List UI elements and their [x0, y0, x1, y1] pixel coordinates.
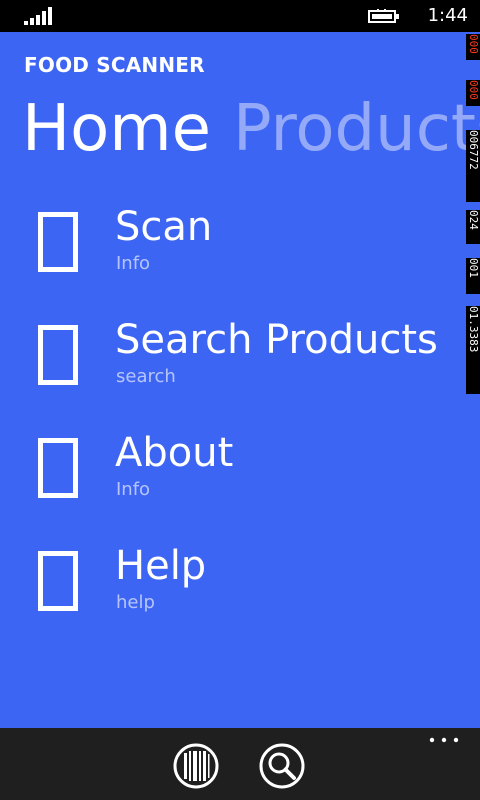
menu-item-label: Help [115, 543, 207, 589]
app-content: FOOD SCANNER HomeProducts Scan Info Sear… [0, 32, 480, 728]
placeholder-box-icon [38, 212, 78, 272]
debug-counter-text: 006772 [467, 130, 480, 170]
menu-item-label: Search Products [115, 317, 438, 363]
debug-counter-text: 01.3383 [467, 306, 480, 353]
debug-counter: 01.3383 [466, 306, 480, 394]
menu-item-help[interactable]: Help help [0, 539, 460, 639]
battery-charging-icon [368, 9, 399, 23]
menu-item-subtitle: Info [116, 253, 151, 274]
debug-counter: 000 [466, 80, 480, 106]
menu-item-subtitle: search [116, 366, 176, 387]
debug-counters: 000 000 006772 024 001 01.3383 [466, 32, 480, 394]
pivot-header: HomeProducts [22, 84, 480, 174]
debug-counter: 000 [466, 34, 480, 60]
search-button[interactable] [258, 742, 306, 790]
menu-item-label: About [115, 430, 234, 476]
status-clock: 1:44 [427, 5, 468, 26]
menu-item-about[interactable]: About Info [0, 426, 460, 526]
menu-item-scan[interactable]: Scan Info [0, 200, 460, 300]
status-bar: 1:44 [0, 0, 480, 32]
placeholder-box-icon [38, 551, 78, 611]
debug-counter: 001 [466, 258, 480, 294]
signal-strength-icon [24, 7, 52, 25]
app-title: FOOD SCANNER [24, 53, 205, 77]
menu-item-subtitle: Info [116, 479, 151, 500]
debug-counter: 024 [466, 210, 480, 244]
debug-counter-text: 000 [467, 34, 480, 54]
tab-home[interactable]: Home [22, 84, 211, 174]
tab-products[interactable]: Products [233, 84, 480, 174]
debug-counter: 006772 [466, 130, 480, 202]
more-options-icon[interactable] [428, 734, 460, 746]
barcode-icon [173, 743, 219, 789]
placeholder-box-icon [38, 325, 78, 385]
debug-counter-text: 001 [467, 258, 480, 278]
scan-barcode-button[interactable] [172, 742, 220, 790]
menu-item-label: Scan [115, 204, 213, 250]
placeholder-box-icon [38, 438, 78, 498]
app-bar [0, 728, 480, 800]
menu-item-subtitle: help [116, 592, 155, 613]
debug-counter-text: 024 [467, 210, 480, 230]
menu-item-search-products[interactable]: Search Products search [0, 313, 460, 413]
debug-counter-text: 000 [467, 80, 480, 100]
search-icon [259, 743, 305, 789]
